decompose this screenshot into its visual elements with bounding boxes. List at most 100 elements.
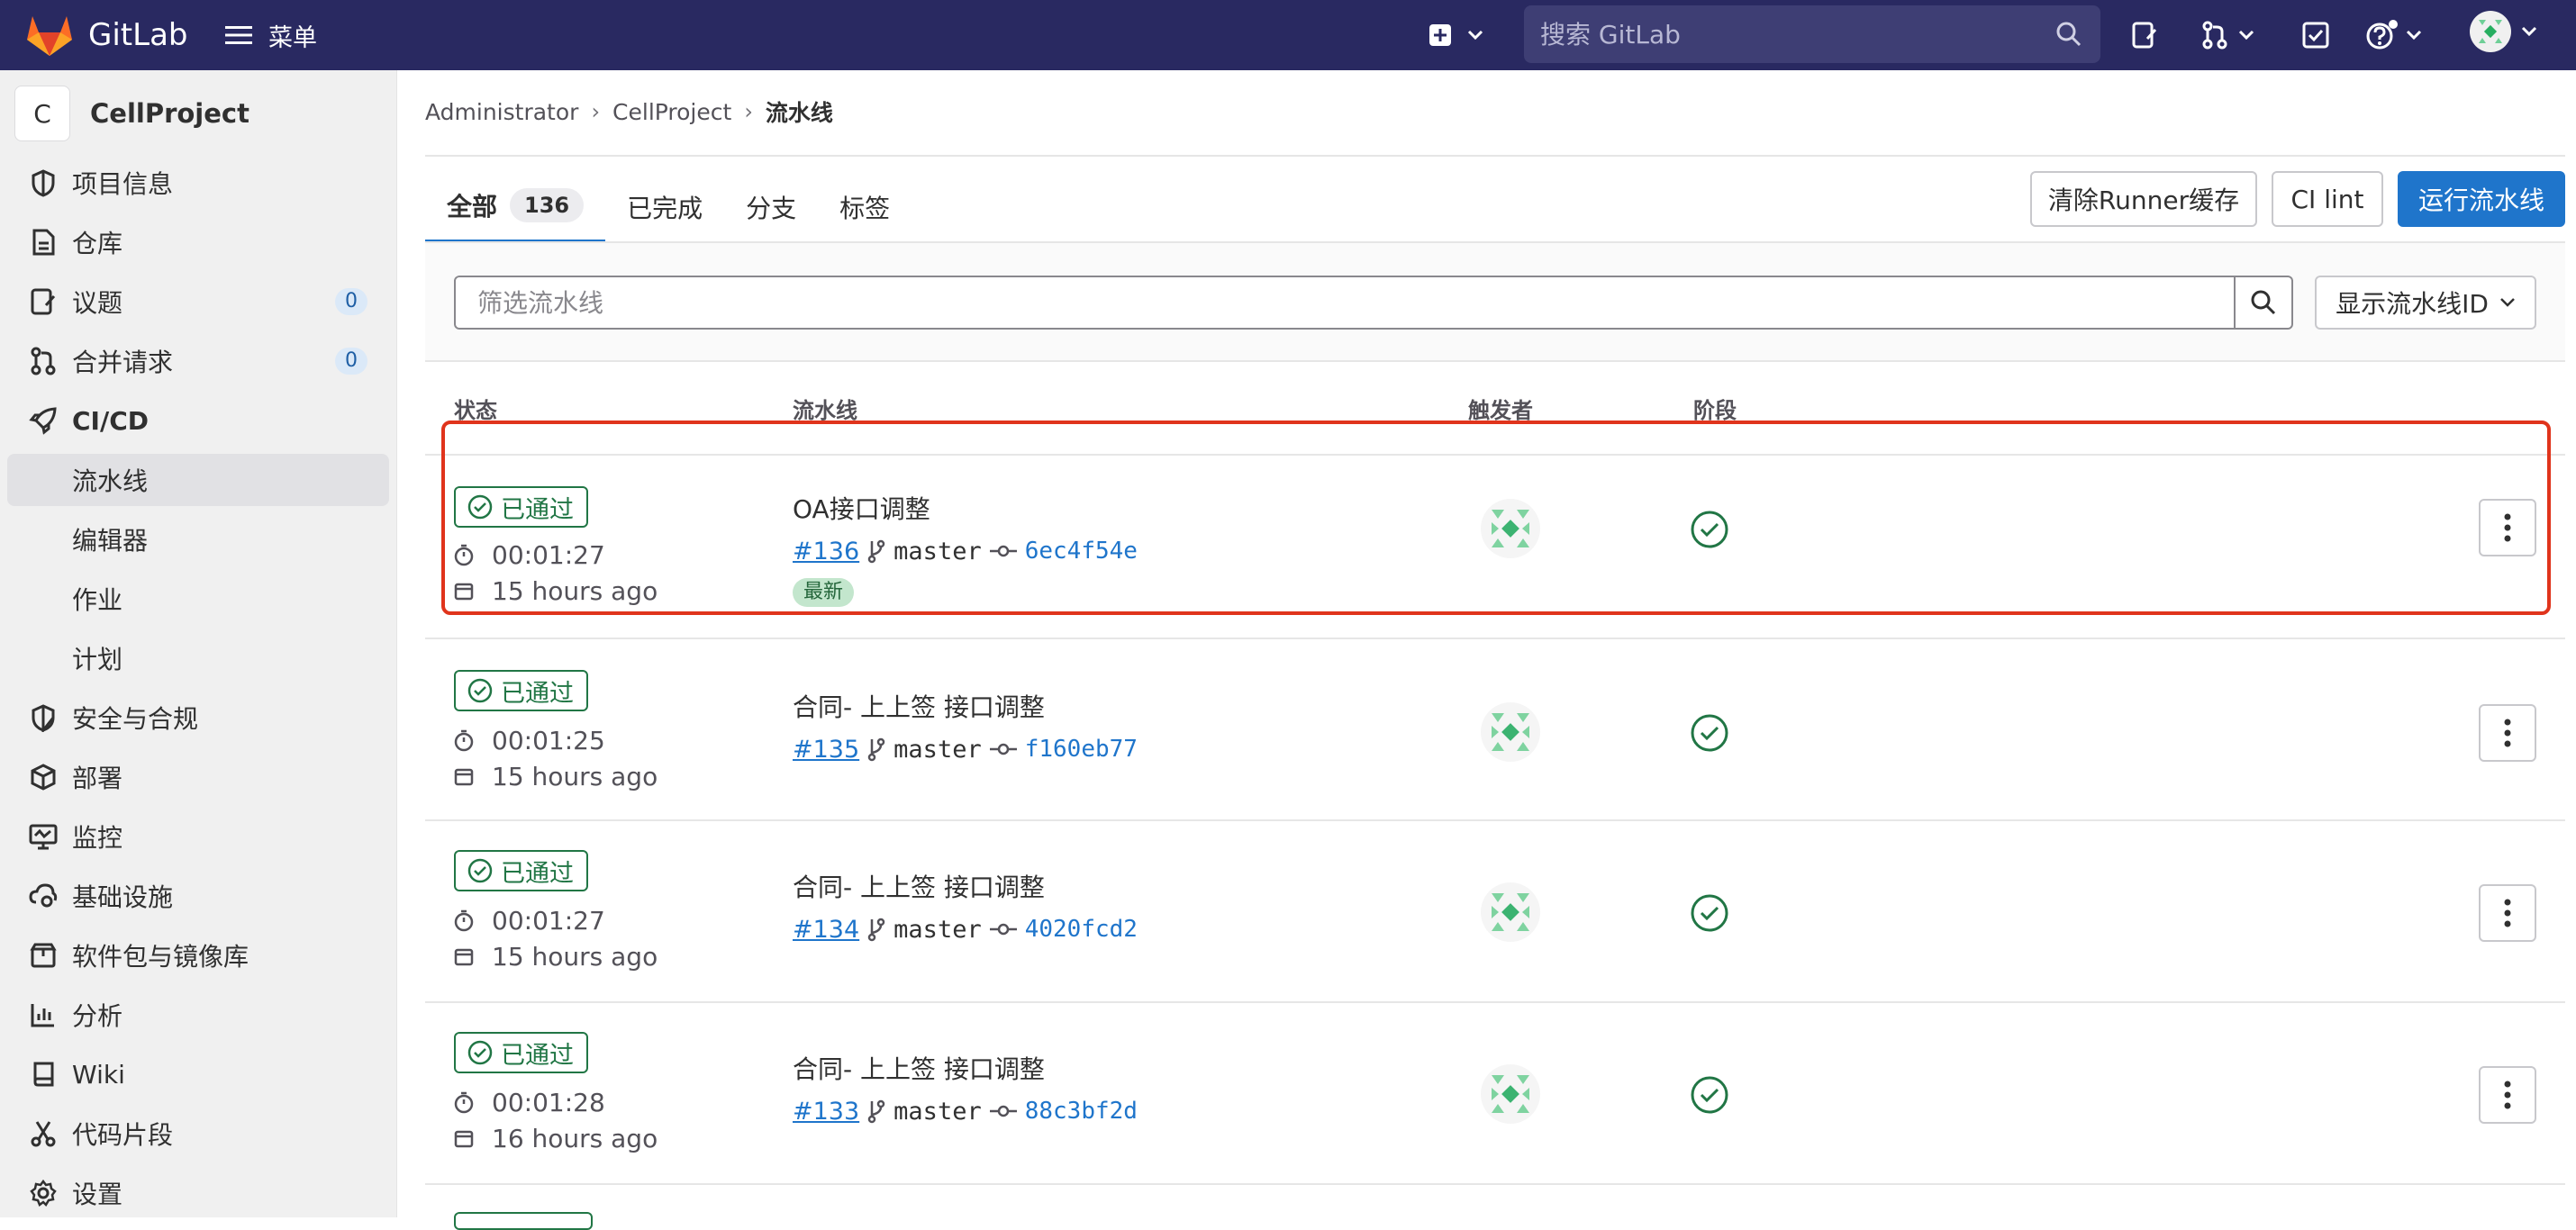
show-pipeline-id-dropdown[interactable]: 显示流水线ID — [2315, 276, 2536, 330]
avatar[interactable] — [1481, 882, 1540, 942]
tab-tags[interactable]: 标签 — [818, 171, 912, 243]
commit-sha-link[interactable]: 4020fcd2 — [1025, 916, 1138, 943]
sidebar-item-analytics[interactable]: 分析 — [7, 989, 389, 1041]
check-circle-icon — [467, 494, 493, 520]
column-header-pipeline: 流水线 — [793, 398, 857, 423]
status-badge[interactable]: 已通过 — [454, 1032, 588, 1073]
commit-title[interactable]: OA接口调整 — [793, 490, 930, 526]
timer-icon — [454, 544, 474, 566]
tab-all[interactable]: 全部 136 — [425, 171, 606, 243]
status-badge[interactable]: 已通过 — [454, 670, 588, 711]
project-header[interactable]: C CellProject — [14, 85, 249, 142]
brand-name[interactable]: GitLab — [88, 14, 187, 56]
sidebar-item-monitor[interactable]: 监控 — [7, 810, 389, 863]
filter-pipelines-input[interactable] — [454, 276, 2236, 330]
sidebar-item-wiki[interactable]: Wiki — [7, 1048, 389, 1100]
filter-search-button[interactable] — [2236, 276, 2293, 330]
avatar[interactable] — [1481, 702, 1540, 762]
sidebar-item-schedules[interactable]: 计划 — [7, 632, 389, 684]
chart-icon — [27, 999, 59, 1031]
stage-passed-icon[interactable] — [1690, 1075, 1729, 1115]
tab-finished[interactable]: 已完成 — [605, 171, 724, 243]
chevron-down-icon — [1467, 30, 1483, 41]
help-button[interactable] — [2365, 18, 2423, 52]
pipeline-duration: 00:01:25 — [454, 724, 605, 756]
top-navbar: GitLab 菜单 — [0, 0, 2576, 70]
sidebar-item-infrastructure[interactable]: 基础设施 — [7, 870, 389, 922]
branch-name[interactable]: master — [893, 538, 982, 565]
sidebar-item-project-info[interactable]: 项目信息 — [7, 157, 389, 209]
stage-passed-icon[interactable] — [1690, 510, 1729, 549]
todos-button[interactable] — [2302, 18, 2329, 52]
branch-name[interactable]: master — [893, 916, 982, 944]
commit-title[interactable]: 合同- 上上签 接口调整 — [793, 868, 1045, 904]
status-badge[interactable]: 已通过 — [454, 486, 588, 528]
merge-requests-button[interactable] — [2201, 18, 2255, 52]
run-pipeline-button[interactable]: 运行流水线 — [2398, 171, 2565, 227]
more-actions-button[interactable] — [2479, 884, 2536, 942]
avatar[interactable] — [1481, 499, 1540, 558]
more-actions-button[interactable] — [2479, 1066, 2536, 1124]
sidebar-item-issues[interactable]: 议题 0 — [7, 276, 389, 328]
commit-icon — [989, 923, 1017, 936]
sidebar-item-label: 合并请求 — [72, 348, 174, 377]
commit-sha-link[interactable]: 88c3bf2d — [1025, 1098, 1138, 1125]
breadcrumb-item[interactable]: Administrator — [425, 99, 578, 125]
user-menu-button[interactable] — [2470, 11, 2538, 52]
search-icon[interactable] — [2055, 21, 2082, 48]
sidebar-item-merge-requests[interactable]: 合并请求 0 — [7, 335, 389, 387]
sidebar-item-settings[interactable]: 设置 — [7, 1167, 389, 1219]
sidebar-item-snippets[interactable]: 代码片段 — [7, 1108, 389, 1160]
sidebar-item-cicd[interactable]: CI/CD — [7, 394, 389, 447]
issues-button[interactable] — [2131, 18, 2158, 52]
doc-icon — [27, 226, 59, 258]
status-label: 已通过 — [501, 495, 574, 524]
sidebar-item-deployments[interactable]: 部署 — [7, 751, 389, 803]
stage-passed-icon[interactable] — [1690, 893, 1729, 933]
gitlab-logo-icon[interactable] — [25, 13, 74, 58]
chevron-down-icon — [2238, 30, 2254, 41]
stage-passed-icon[interactable] — [1690, 713, 1729, 753]
pipeline-id-link[interactable]: #133 — [793, 1098, 859, 1126]
calendar-icon — [454, 948, 474, 966]
search-input[interactable] — [1540, 5, 2045, 63]
info-icon — [27, 167, 59, 199]
sidebar-item-editor[interactable]: 编辑器 — [7, 513, 389, 565]
more-actions-button[interactable] — [2479, 499, 2536, 556]
status-badge[interactable]: 已通过 — [454, 850, 588, 891]
avatar[interactable] — [1481, 1064, 1540, 1124]
more-actions-button[interactable] — [2479, 704, 2536, 762]
breadcrumb: Administrator › CellProject › 流水线 — [425, 94, 833, 130]
breadcrumb-current[interactable]: 流水线 — [766, 95, 833, 128]
pipeline-id-link[interactable]: #135 — [793, 736, 859, 764]
branch-icon — [867, 539, 885, 564]
menu-button[interactable]: 菜单 — [225, 14, 317, 56]
commit-title[interactable]: 合同- 上上签 接口调整 — [793, 1050, 1045, 1086]
commit-sha-link[interactable]: f160eb77 — [1025, 736, 1138, 763]
global-search[interactable] — [1524, 5, 2100, 63]
ci-lint-button[interactable]: CI lint — [2272, 171, 2383, 227]
avatar — [2470, 11, 2511, 52]
pipeline-id-link[interactable]: #134 — [793, 916, 859, 944]
branch-name[interactable]: master — [893, 1098, 982, 1126]
sidebar-item-packages[interactable]: 软件包与镜像库 — [7, 929, 389, 981]
branch-name[interactable]: master — [893, 736, 982, 764]
timer-icon — [454, 1091, 474, 1114]
pipeline-id-link[interactable]: #136 — [793, 538, 859, 565]
clear-runner-cache-button[interactable]: 清除Runner缓存 — [2030, 171, 2257, 227]
kebab-icon — [2504, 513, 2511, 542]
status-badge[interactable] — [454, 1212, 593, 1230]
commit-title[interactable]: 合同- 上上签 接口调整 — [793, 688, 1045, 724]
sidebar-item-security[interactable]: 安全与合规 — [7, 692, 389, 744]
column-header-status: 状态 — [454, 398, 497, 423]
sidebar-item-jobs[interactable]: 作业 — [7, 573, 389, 625]
breadcrumb-item[interactable]: CellProject — [612, 99, 731, 125]
sidebar-item-pipelines[interactable]: 流水线 — [7, 454, 389, 506]
sidebar-item-label: Wiki — [72, 1059, 125, 1090]
pipeline-ref: #136 master 6ec4f54e — [793, 533, 1138, 569]
tab-branches[interactable]: 分支 — [724, 171, 818, 243]
sidebar-item-repository[interactable]: 仓库 — [7, 216, 389, 268]
commit-sha-link[interactable]: 6ec4f54e — [1025, 538, 1138, 565]
calendar-icon — [454, 1130, 474, 1148]
new-dropdown-button[interactable] — [1429, 18, 1484, 52]
